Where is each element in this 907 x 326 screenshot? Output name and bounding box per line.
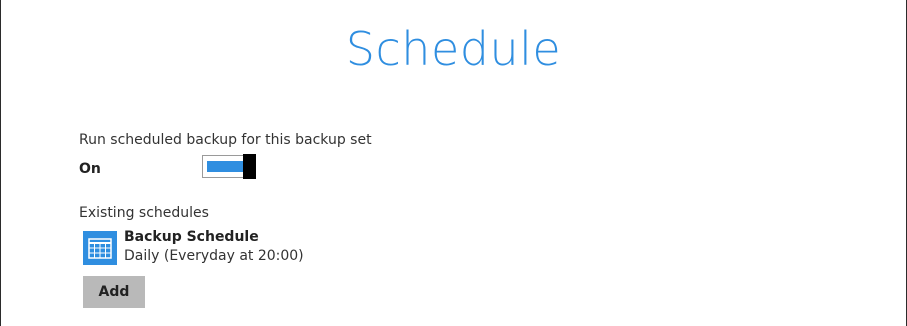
schedule-list-item[interactable]: Backup Schedule Daily (Everyday at 20:00… — [83, 229, 343, 269]
schedule-panel: Schedule Run scheduled backup for this b… — [0, 0, 907, 326]
toggle-thumb[interactable] — [243, 154, 256, 179]
calendar-icon — [83, 231, 117, 265]
toggle-track-fill — [207, 161, 245, 172]
run-scheduled-backup-toggle[interactable] — [202, 154, 256, 179]
existing-schedules-label: Existing schedules — [79, 205, 209, 221]
schedule-detail: Daily (Everyday at 20:00) — [124, 248, 304, 264]
schedule-name: Backup Schedule — [124, 229, 259, 245]
toggle-state-text: On — [79, 161, 101, 177]
run-scheduled-backup-label: Run scheduled backup for this backup set — [79, 132, 372, 148]
add-schedule-button[interactable]: Add — [83, 276, 145, 308]
page-title: Schedule — [345, 22, 562, 76]
